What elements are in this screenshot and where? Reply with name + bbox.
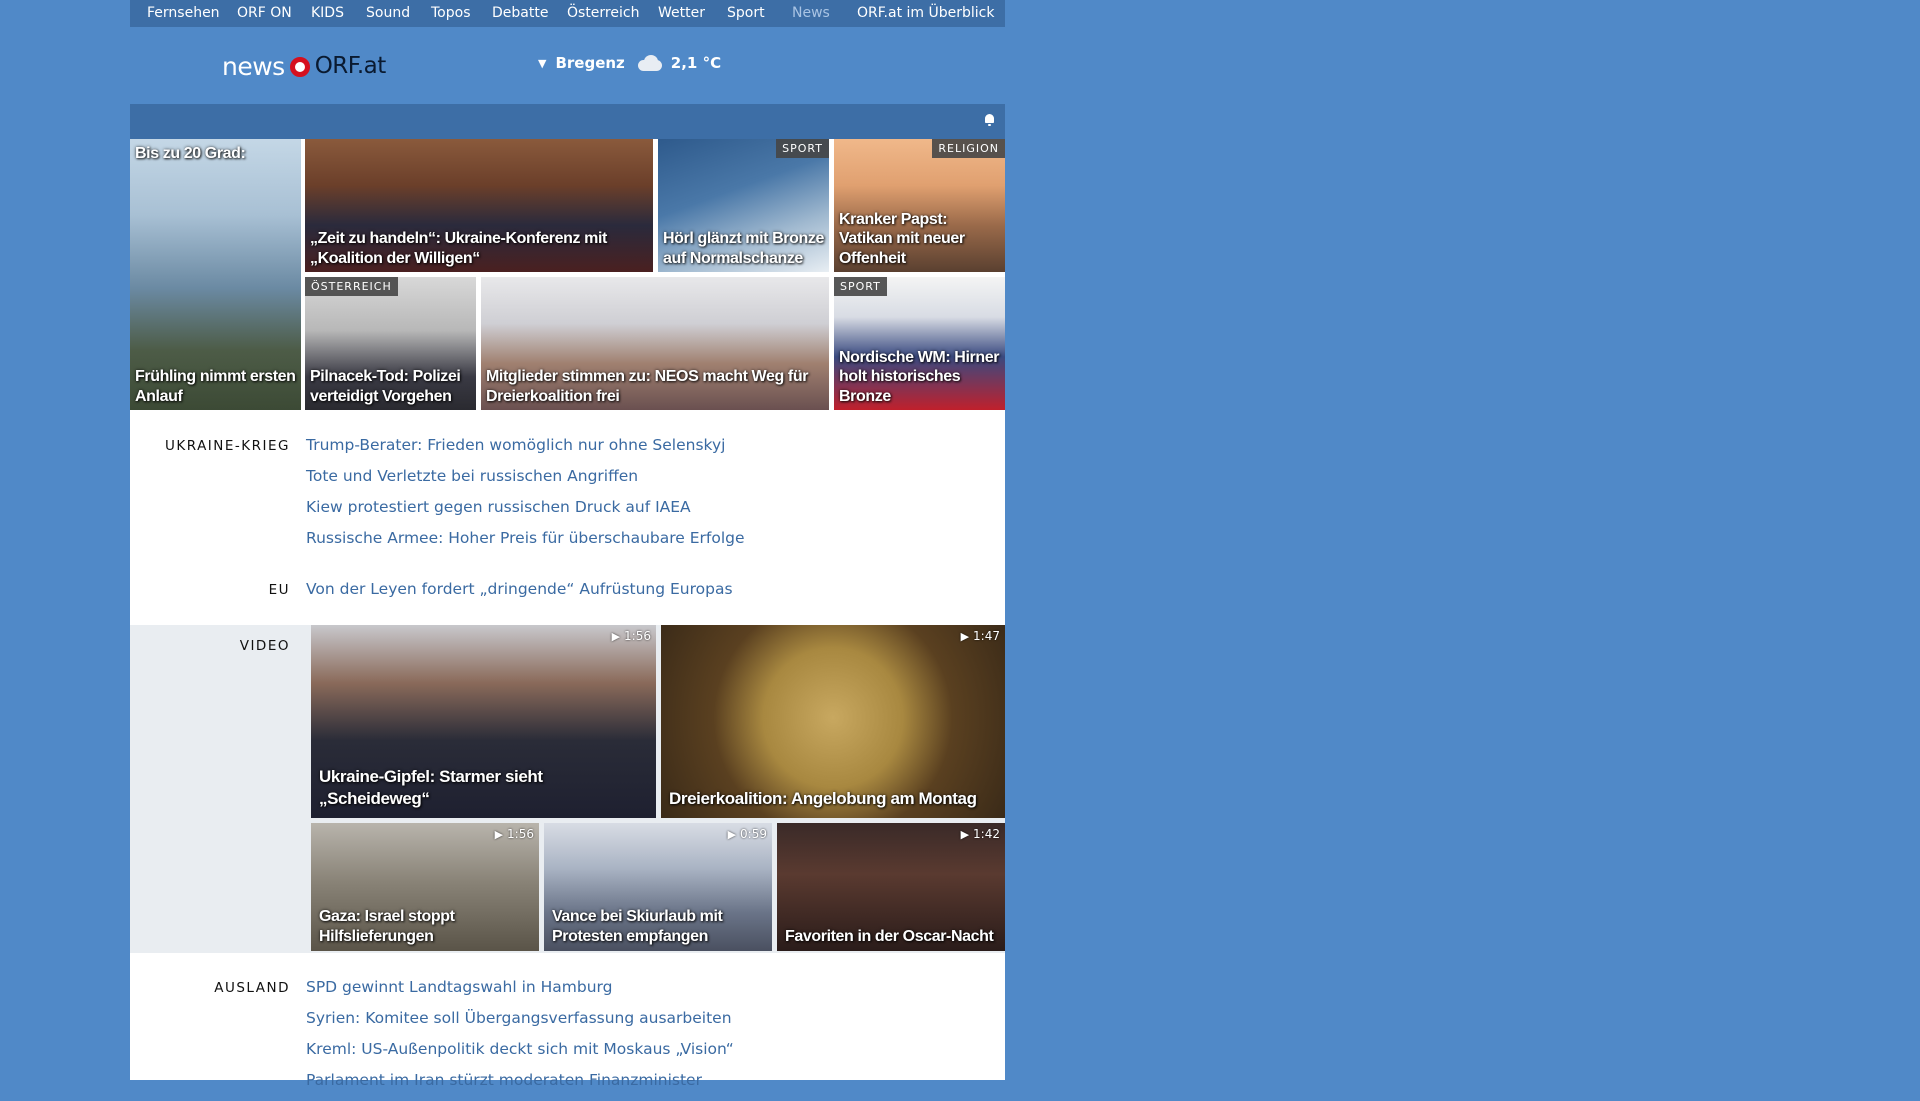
story-tile-hoerl[interactable]: SPORT Hörl glänzt mit Bronze auf Normals…	[658, 139, 829, 272]
main-content: Bis zu 20 Grad: Frühling nimmt ersten An…	[130, 104, 1005, 1089]
news-link[interactable]: Kreml: US-Außenpolitik deckt sich mit Mo…	[306, 1039, 734, 1070]
nav-sport[interactable]: Sport	[727, 5, 765, 21]
video-duration: 0:59	[728, 827, 767, 841]
eu-link-list: Von der Leyen fordert „dringende“ Aufrüs…	[306, 579, 733, 610]
nav-sound[interactable]: Sound	[366, 5, 410, 21]
nav-wetter[interactable]: Wetter	[658, 5, 705, 21]
video-section: VIDEO 1:56 Ukraine-Gipfel: Starmer sieht…	[130, 625, 1005, 953]
nav-overview[interactable]: ORF.at im Überblick	[857, 5, 994, 21]
logo-orf-text: ORF.at	[314, 53, 387, 79]
tile-caption: Favoriten in der Oscar-Nacht	[785, 927, 994, 945]
category-tag: SPORT	[834, 277, 887, 296]
tile-caption: „Zeit zu handeln“: Ukraine-Konferenz mit…	[310, 230, 607, 267]
category-tag: ÖSTERREICH	[305, 277, 398, 296]
story-tile-hirner[interactable]: SPORT Nordische WM: Hirner holt historis…	[834, 277, 1005, 410]
news-link[interactable]: Von der Leyen fordert „dringende“ Aufrüs…	[306, 579, 733, 610]
video-duration: 1:56	[495, 827, 534, 841]
video-tile-oscar[interactable]: 1:42 Favoriten in der Oscar-Nacht	[777, 823, 1005, 951]
nav-oesterreich[interactable]: Österreich	[567, 5, 639, 21]
nav-orf-on[interactable]: ORF ON	[237, 5, 292, 21]
tile-caption: Nordische WM: Hirner holt historisches B…	[839, 348, 1000, 405]
top-navigation: Fernsehen ORF ON KIDS Sound Topos Debatt…	[130, 0, 1005, 27]
tile-caption: Dreierkoalition: Angelobung am Montag	[669, 789, 977, 808]
section-label-video: VIDEO	[239, 638, 290, 654]
tile-caption: Pilnacek-Tod: Polizei verteidigt Vorgehe…	[310, 368, 461, 405]
orf-ring-icon	[289, 57, 310, 77]
weather-widget[interactable]: ▼ Bregenz 2,1 °C	[538, 54, 721, 72]
ukraine-link-list: Trump-Berater: Frieden womöglich nur ohn…	[306, 435, 745, 559]
news-link[interactable]: Kiew protestiert gegen russischen Druck …	[306, 497, 745, 528]
section-label-ukraine: UKRAINE-KRIEG	[165, 438, 290, 454]
tile-caption: Kranker Papst: Vatikan mit neuer Offenhe…	[839, 210, 965, 267]
bell-icon[interactable]	[984, 114, 995, 126]
story-tile-pilnacek[interactable]: ÖSTERREICH Pilnacek-Tod: Polizei verteid…	[305, 277, 476, 410]
tile-caption: Mitglieder stimmen zu: NEOS macht Weg fü…	[486, 368, 809, 405]
story-tile-papst[interactable]: RELIGION Kranker Papst: Vatikan mit neue…	[834, 139, 1005, 272]
video-duration: 1:47	[961, 629, 1000, 643]
nav-news[interactable]: News	[792, 5, 830, 21]
video-tile-ukraine-gipfel[interactable]: 1:56 Ukraine-Gipfel: Starmer sieht „Sche…	[311, 625, 656, 818]
ausland-link-list: SPD gewinnt Landtagswahl in Hamburg Syri…	[306, 977, 734, 1101]
tile-caption: Ukraine-Gipfel: Starmer sieht „Scheidewe…	[319, 767, 543, 808]
news-link[interactable]: SPD gewinnt Landtagswahl in Hamburg	[306, 977, 734, 1008]
section-label-eu: EU	[268, 582, 290, 598]
story-tile-fruehling[interactable]: Bis zu 20 Grad: Frühling nimmt ersten An…	[130, 139, 301, 410]
cloud-icon	[634, 55, 664, 71]
news-link[interactable]: Syrien: Komitee soll Übergangsverfassung…	[306, 1008, 734, 1039]
tile-caption: Vance bei Skiurlaub mit Protesten empfan…	[552, 908, 723, 945]
nav-fernsehen[interactable]: Fernsehen	[147, 5, 220, 21]
notification-bar	[130, 104, 1005, 139]
weather-temperature: 2,1 °C	[670, 54, 722, 72]
category-tag: SPORT	[776, 139, 829, 158]
news-link[interactable]: Parlament im Iran stürzt moderaten Finan…	[306, 1070, 734, 1101]
nav-debatte[interactable]: Debatte	[492, 5, 548, 21]
nav-kids[interactable]: KIDS	[311, 5, 344, 21]
weather-location: Bregenz	[555, 54, 625, 72]
category-tag: RELIGION	[932, 139, 1005, 158]
video-tile-vance[interactable]: 0:59 Vance bei Skiurlaub mit Protesten e…	[544, 823, 772, 951]
story-tile-neos[interactable]: Mitglieder stimmen zu: NEOS macht Weg fü…	[481, 277, 829, 410]
tile-caption: Gaza: Israel stoppt Hilfslieferungen	[319, 908, 455, 945]
video-tile-dreierkoalition[interactable]: 1:47 Dreierkoalition: Angelobung am Mont…	[661, 625, 1005, 818]
logo-news-text: news	[222, 51, 285, 81]
news-link[interactable]: Tote und Verletzte bei russischen Angrif…	[306, 466, 745, 497]
tile-caption: Hörl glänzt mit Bronze auf Normalschanze	[663, 230, 824, 267]
section-label-ausland: AUSLAND	[214, 980, 290, 996]
site-logo[interactable]: news ORF.at	[222, 46, 386, 86]
tile-caption: Frühling nimmt ersten Anlauf	[135, 368, 296, 405]
video-duration: 1:56	[612, 629, 651, 643]
nav-topos[interactable]: Topos	[431, 5, 470, 21]
dropdown-triangle-icon: ▼	[538, 56, 547, 70]
news-link[interactable]: Russische Armee: Hoher Preis für übersch…	[306, 528, 745, 559]
news-link[interactable]: Trump-Berater: Frieden womöglich nur ohn…	[306, 435, 745, 466]
video-tile-gaza[interactable]: 1:56 Gaza: Israel stoppt Hilfslieferunge…	[311, 823, 539, 951]
video-duration: 1:42	[961, 827, 1000, 841]
story-tile-ukraine-konferenz[interactable]: „Zeit zu handeln“: Ukraine-Konferenz mit…	[305, 139, 653, 272]
tile-caption-top: Bis zu 20 Grad:	[135, 145, 246, 162]
